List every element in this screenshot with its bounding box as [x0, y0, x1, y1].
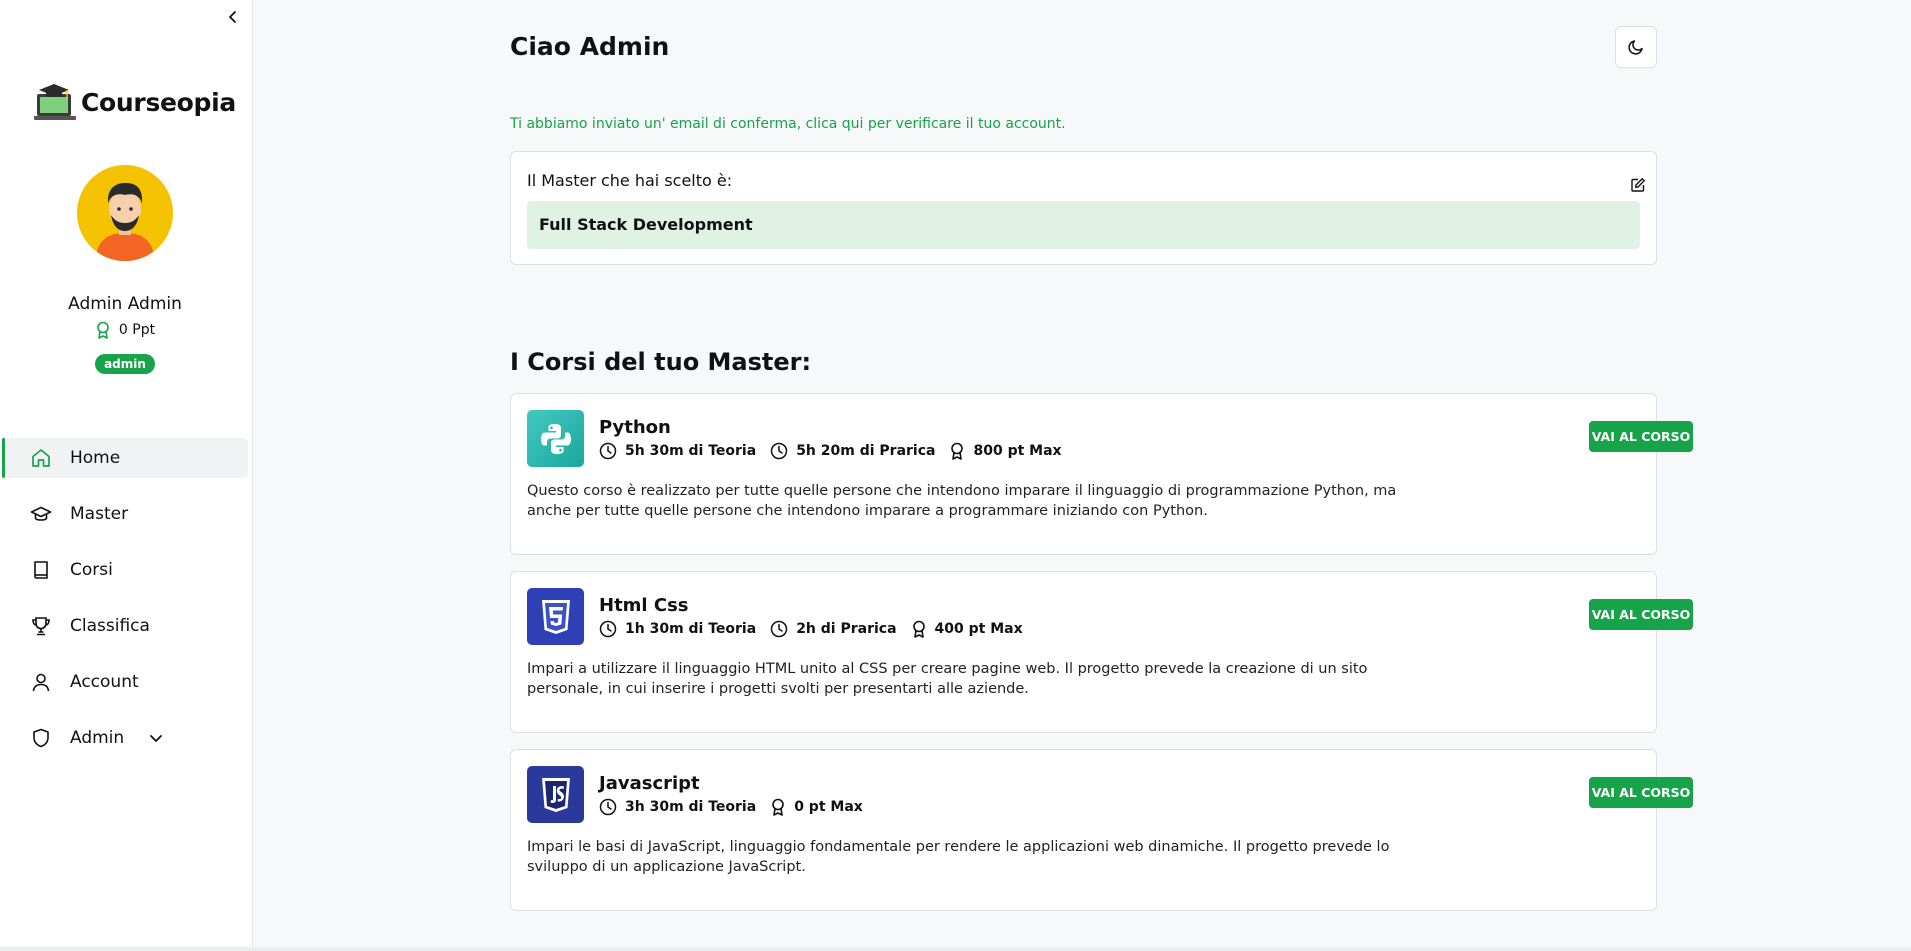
clock-icon — [599, 442, 617, 460]
avatar — [77, 165, 173, 261]
user-points: 0 Ppt — [0, 321, 250, 339]
course-description: Questo corso è realizzato per tutte quel… — [527, 483, 1397, 519]
practice-duration: 2h di Prarica — [770, 620, 897, 638]
award-icon — [97, 321, 109, 339]
user-avatar-illustration — [95, 183, 155, 261]
python-icon — [527, 410, 584, 467]
courses-section-title: I Corsi del tuo Master: — [510, 348, 812, 376]
clock-icon — [599, 620, 617, 638]
user-name: Admin Admin — [68, 294, 182, 314]
go-to-course-button[interactable]: VAI AL CORSO — [1589, 599, 1693, 630]
sidebar-nav: Home Master Corsi Classifica Account Adm… — [0, 438, 253, 774]
clock-icon — [599, 798, 617, 816]
master-value: Full Stack Development — [527, 201, 1640, 249]
chevron-down-icon[interactable] — [148, 730, 164, 746]
edit-icon — [1631, 178, 1645, 192]
course-meta: 3h 30m di Teoria 0 pt Max — [599, 798, 863, 816]
course-meta: 5h 30m di Teoria 5h 20m di Prarica 800 p… — [599, 442, 1062, 460]
sidebar-item-label: Account — [70, 672, 139, 692]
max-points: 400 pt Max — [911, 620, 1023, 638]
sidebar-item-classifica[interactable]: Classifica — [0, 606, 253, 646]
points-label: 0 pt Max — [794, 799, 863, 815]
sidebar-item-master[interactable]: Master — [0, 494, 253, 534]
app-logo[interactable]: Courseopia — [33, 80, 236, 124]
course-title: Html Css — [599, 595, 689, 616]
sidebar-item-home[interactable]: Home — [2, 438, 248, 478]
collapse-sidebar-button[interactable] — [222, 6, 244, 28]
sidebar-item-label: Home — [70, 448, 121, 468]
award-icon — [951, 442, 964, 460]
max-points: 0 pt Max — [770, 798, 863, 816]
javascript-icon — [527, 766, 584, 823]
master-card: Il Master che hai scelto è: Full Stack D… — [510, 151, 1657, 265]
course-meta: 1h 30m di Teoria 2h di Prarica 400 pt Ma… — [599, 620, 1023, 638]
practice-label: 2h di Prarica — [796, 621, 897, 637]
course-description: Impari le basi di JavaScript, linguaggio… — [527, 839, 1390, 875]
clock-icon — [770, 620, 788, 638]
points-label: 400 pt Max — [934, 621, 1023, 637]
points-label: 800 pt Max — [973, 443, 1062, 459]
sidebar-item-admin[interactable]: Admin — [0, 718, 253, 758]
theory-label: 1h 30m di Teoria — [625, 621, 757, 637]
theory-duration: 3h 30m di Teoria — [599, 798, 756, 816]
app-name: Courseopia — [81, 87, 236, 117]
clock-icon — [770, 442, 788, 460]
laptop-graduation-icon — [34, 84, 76, 120]
master-label: Il Master che hai scelto è: — [527, 171, 733, 190]
course-title: Javascript — [599, 773, 700, 794]
go-to-course-button[interactable]: VAI AL CORSO — [1589, 421, 1693, 452]
theory-label: 5h 30m di Teoria — [625, 443, 757, 459]
points-value: 0 Ppt — [118, 322, 156, 338]
theory-duration: 1h 30m di Teoria — [599, 620, 756, 638]
chevron-left-icon — [229, 11, 236, 23]
page-title: Ciao Admin — [510, 32, 670, 61]
max-points: 800 pt Max — [949, 442, 1062, 460]
book-icon — [34, 561, 48, 579]
practice-duration: 5h 20m di Prarica — [770, 442, 935, 460]
horizontal-scrollbar[interactable] — [0, 947, 1911, 951]
award-icon — [912, 620, 925, 638]
course-card-javascript: Javascript 3h 30m di Teoria 0 pt Max Imp… — [510, 749, 1693, 911]
shield-icon — [33, 728, 49, 748]
sidebar-item-label: Classifica — [70, 616, 150, 636]
course-card-html-css: Html Css 1h 30m di Teoria 2h di Prarica … — [510, 571, 1693, 733]
sidebar-item-label: Master — [70, 504, 129, 524]
trophy-icon — [32, 617, 50, 636]
theory-duration: 5h 30m di Teoria — [599, 442, 756, 460]
edit-master-button[interactable] — [1629, 176, 1647, 194]
course-description: Impari a utilizzare il linguaggio HTML u… — [527, 661, 1368, 697]
sidebar-item-account[interactable]: Account — [0, 662, 253, 702]
course-card-python: Python 5h 30m di Teoria 5h 20m di Praric… — [510, 393, 1693, 555]
main-content: Ciao Admin Ti abbiamo inviato un' email … — [254, 0, 1911, 951]
sidebar-item-label: Corsi — [70, 560, 113, 580]
html5-icon — [527, 588, 584, 645]
sidebar-item-corsi[interactable]: Corsi — [0, 550, 253, 590]
practice-label: 5h 20m di Prarica — [796, 443, 936, 459]
course-title: Python — [599, 417, 671, 438]
award-icon — [772, 798, 784, 816]
go-to-course-button[interactable]: VAI AL CORSO — [1589, 777, 1693, 808]
home-icon — [32, 449, 50, 467]
moon-icon — [1628, 40, 1643, 55]
user-icon — [32, 673, 50, 692]
theme-toggle-button[interactable] — [1615, 26, 1657, 68]
graduation-cap-icon — [30, 506, 52, 521]
theory-label: 3h 30m di Teoria — [625, 799, 757, 815]
sidebar-item-label: Admin — [70, 728, 125, 748]
sidebar: Courseopia Admin Admin 0 Ppt admin Home … — [0, 0, 253, 951]
confirm-email-link[interactable]: Ti abbiamo inviato un' email di conferma… — [510, 116, 1066, 132]
role-badge: admin — [95, 354, 155, 374]
